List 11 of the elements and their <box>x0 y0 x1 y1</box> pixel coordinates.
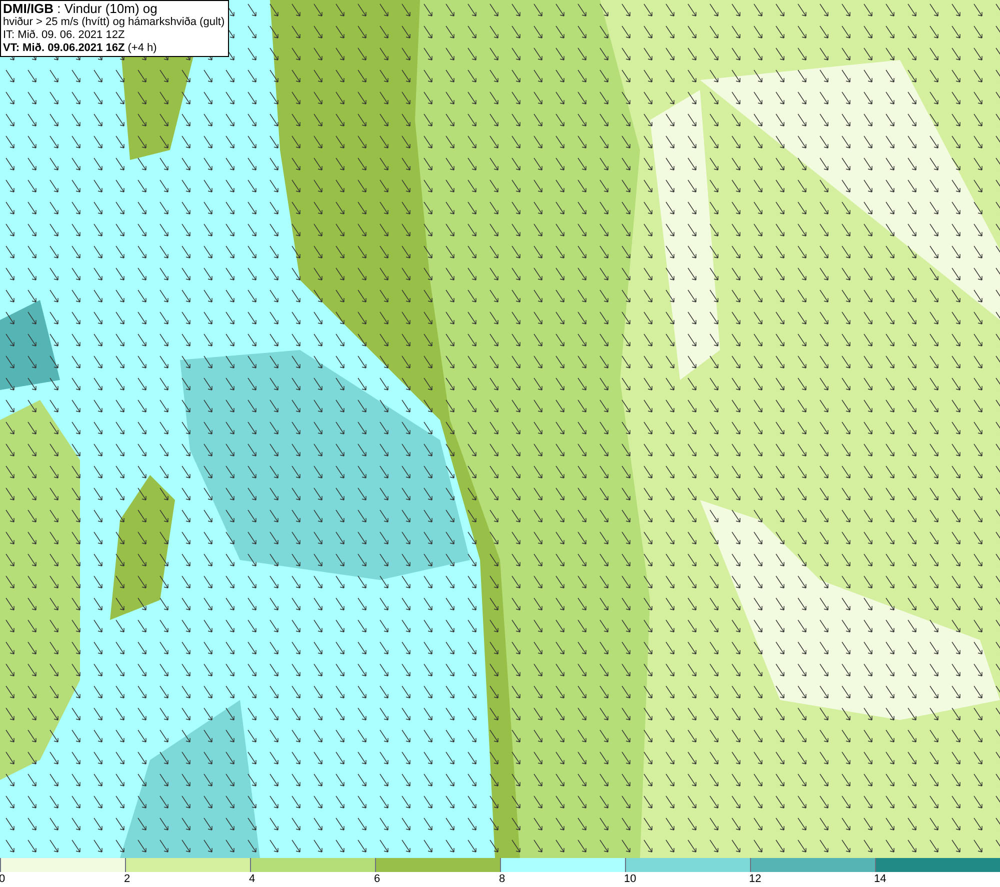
title-line: DMI/IGB : Vindur (10m) og <box>3 2 158 16</box>
legend-label: 2 <box>124 872 130 887</box>
legend-label: 6 <box>374 872 380 887</box>
title-line: VT: Mið. 09.06.2021 16Z (+4 h) <box>3 42 158 55</box>
legend-label: 8 <box>499 872 506 887</box>
legend-label: 12 <box>749 872 762 887</box>
legend-label: 14 <box>874 872 886 887</box>
title-line: IT: Mið. 09. 06. 2021 12Z <box>3 29 126 42</box>
title-line: hviður > 25 m/s (hvítt) og hámarkshviða (gult) <box>3 16 226 29</box>
legend-label: 10 <box>624 872 636 887</box>
legend-label: 4 <box>249 872 256 887</box>
